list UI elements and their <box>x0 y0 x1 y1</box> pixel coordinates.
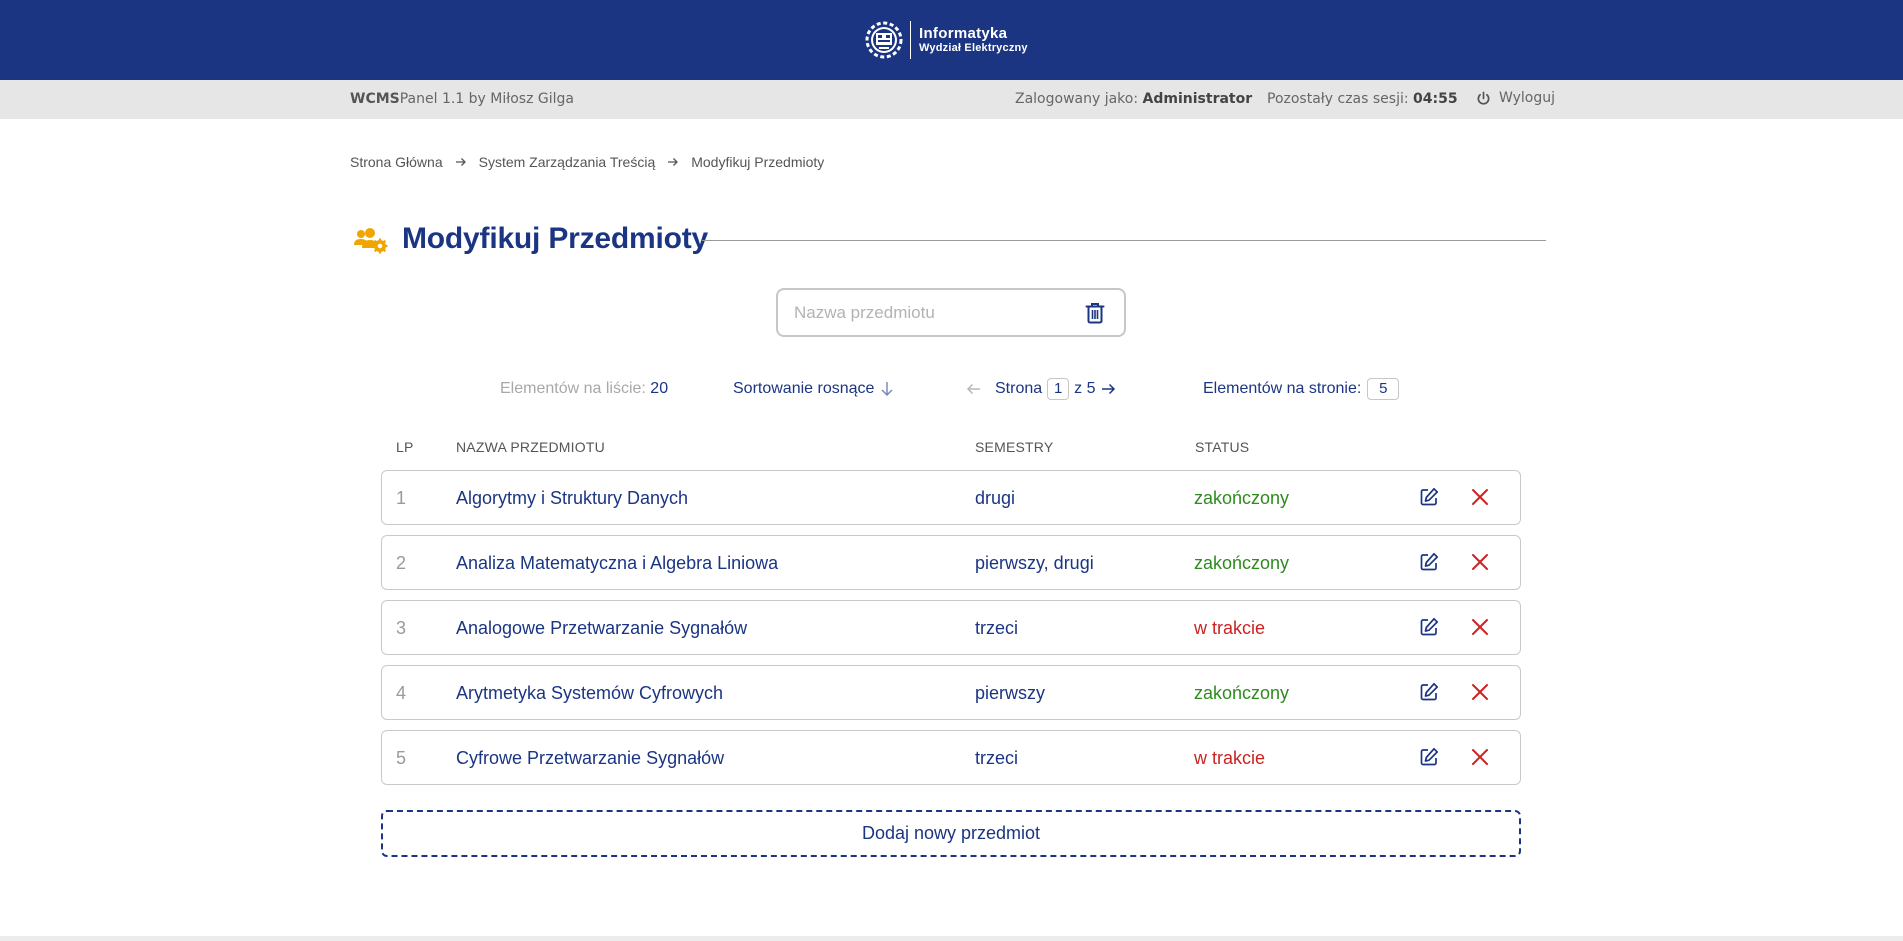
search-input[interactable] <box>794 300 1064 326</box>
row-semesters: pierwszy <box>975 683 1046 703</box>
university-gear-logo-icon <box>865 21 903 59</box>
list-count: Elementów na liście: 20 <box>500 380 668 398</box>
brand-subtitle: Wydział Elektryczny <box>919 42 1028 55</box>
column-header-semesters: SEMESTRY <box>975 439 1054 455</box>
breadcrumb-item-cms[interactable]: System Zarządzania Treścią <box>479 154 656 170</box>
footer-strip <box>0 936 1903 941</box>
page-title-row: Modyfikuj Przedmioty <box>354 222 1546 262</box>
session-bar: WCMSPanel 1.1 by Miłosz Gilga Zalogowany… <box>0 80 1903 119</box>
users-gear-icon <box>354 228 388 254</box>
logged-label: Zalogowany jako: <box>1015 91 1143 107</box>
row-semesters: trzeci <box>975 748 1019 768</box>
row-name[interactable]: Algorytmy i Struktury Danych <box>456 488 688 509</box>
row-name[interactable]: Analiza Matematyczna i Algebra Liniowa <box>456 553 778 574</box>
row-status: w trakcie <box>1194 748 1266 768</box>
delete-icon[interactable] <box>1470 487 1490 507</box>
delete-icon[interactable] <box>1470 552 1490 572</box>
arrow-right-icon <box>668 158 679 166</box>
row-status: zakończony <box>1194 553 1290 573</box>
prev-page-icon[interactable] <box>966 381 982 397</box>
page-title: Modyfikuj Przedmioty <box>402 222 709 255</box>
add-subject-button[interactable]: Dodaj nowy przedmiot <box>381 810 1521 857</box>
row-lp: 1 <box>396 488 407 508</box>
row-lp: 2 <box>396 553 407 573</box>
page-label: Strona <box>995 380 1043 397</box>
page-of: z 5 <box>1074 380 1096 397</box>
app-version-text: Panel 1.1 by Miłosz Gilga <box>399 91 574 107</box>
top-brand-bar: Informatyka Wydział Elektryczny <box>0 0 1903 80</box>
power-icon <box>1477 91 1490 105</box>
list-count-value: 20 <box>650 380 669 397</box>
sort-label: Sortowanie rosnące <box>733 380 875 397</box>
column-header-lp: LP <box>396 439 414 455</box>
table-row: 3 Analogowe Przetwarzanie Sygnałów trzec… <box>381 600 1521 655</box>
edit-icon[interactable] <box>1419 747 1439 767</box>
row-status: zakończony <box>1194 683 1290 703</box>
logout-button[interactable]: Wyloguj <box>1476 90 1555 106</box>
table-row: 1 Algorytmy i Struktury Danych drugi zak… <box>381 470 1521 525</box>
delete-icon[interactable] <box>1470 617 1490 637</box>
column-header-status: STATUS <box>1195 439 1250 455</box>
logout-label: Wyloguj <box>1499 90 1555 106</box>
trash-icon[interactable] <box>1083 301 1107 325</box>
next-page-icon[interactable] <box>1100 381 1116 397</box>
title-divider <box>702 240 1546 241</box>
delete-icon[interactable] <box>1470 682 1490 702</box>
session-time-label: Pozostały czas sesji: <box>1267 91 1414 107</box>
arrow-down-icon <box>881 382 893 396</box>
sort-toggle[interactable]: Sortowanie rosnące <box>733 380 894 398</box>
row-semesters: trzeci <box>975 618 1019 638</box>
brand-separator <box>910 21 911 59</box>
delete-icon[interactable] <box>1470 747 1490 767</box>
edit-icon[interactable] <box>1419 552 1439 572</box>
row-semesters: drugi <box>975 488 1016 508</box>
session-time-value: 04:55 <box>1413 91 1458 107</box>
row-status: zakończony <box>1194 488 1290 508</box>
logged-user-name: Administrator <box>1142 91 1253 107</box>
breadcrumb-item-current: Modyfikuj Przedmioty <box>691 154 825 170</box>
per-page: Elementów na stronie: 5 <box>1203 378 1400 400</box>
row-lp: 3 <box>396 618 407 638</box>
app-name: WCMS <box>350 91 400 107</box>
edit-icon[interactable] <box>1419 487 1439 507</box>
brand[interactable]: Informatyka Wydział Elektryczny <box>864 18 1028 62</box>
row-status: w trakcie <box>1194 618 1266 638</box>
search-box <box>776 288 1126 337</box>
per-page-input[interactable]: 5 <box>1367 378 1400 400</box>
table-row: 4 Arytmetyka Systemów Cyfrowych pierwszy… <box>381 665 1521 720</box>
edit-icon[interactable] <box>1419 682 1439 702</box>
pagination: Strona 1 z 5 <box>966 378 1116 400</box>
breadcrumb: Strona Główna System Zarządzania Treścią… <box>350 154 824 170</box>
row-name[interactable]: Cyfrowe Przetwarzanie Sygnałów <box>456 748 724 769</box>
column-header-name: NAZWA PRZEDMIOTU <box>456 439 605 455</box>
logged-user: Zalogowany jako: Administrator <box>1015 91 1252 107</box>
row-name[interactable]: Arytmetyka Systemów Cyfrowych <box>456 683 723 704</box>
row-lp: 5 <box>396 748 407 768</box>
app-version: WCMSPanel 1.1 by Miłosz Gilga <box>350 91 574 107</box>
page-number-input[interactable]: 1 <box>1047 378 1070 400</box>
table-row: 2 Analiza Matematyczna i Algebra Liniowa… <box>381 535 1521 590</box>
edit-icon[interactable] <box>1419 617 1439 637</box>
row-semesters: pierwszy, drugi <box>975 553 1094 573</box>
brand-title: Informatyka <box>919 25 1008 43</box>
row-lp: 4 <box>396 683 407 703</box>
arrow-right-icon <box>455 158 466 166</box>
breadcrumb-item-home[interactable]: Strona Główna <box>350 154 443 170</box>
table-row: 5 Cyfrowe Przetwarzanie Sygnałów trzeci … <box>381 730 1521 785</box>
session-timer: Pozostały czas sesji: 04:55 <box>1267 91 1458 107</box>
list-count-label: Elementów na liście: <box>500 380 651 397</box>
row-name[interactable]: Analogowe Przetwarzanie Sygnałów <box>456 618 747 639</box>
per-page-label: Elementów na stronie: <box>1203 380 1362 397</box>
